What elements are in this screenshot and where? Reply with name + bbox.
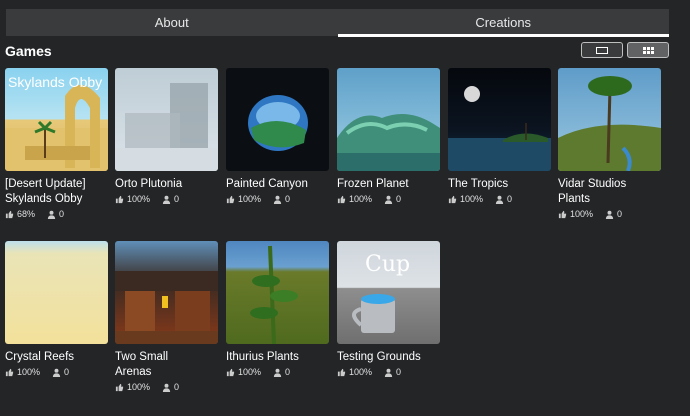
list-view-icon bbox=[596, 46, 608, 54]
game-name: Orto Plutonia bbox=[115, 178, 183, 190]
games-section-title: Games bbox=[5, 43, 52, 59]
game-name: Frozen Planet bbox=[337, 178, 409, 190]
game-stats: 100% 0 bbox=[226, 194, 329, 204]
players-icon bbox=[495, 195, 504, 204]
game-player-count: 0 bbox=[59, 209, 65, 219]
game-stats: 100% 0 bbox=[337, 367, 440, 377]
game-thumbnail-text: Skylands Obby bbox=[8, 74, 103, 90]
game-name: Testing Grounds bbox=[337, 351, 421, 363]
thumbs-up-icon bbox=[115, 195, 124, 203]
players-icon bbox=[52, 368, 61, 377]
game-stats: 68% 0 bbox=[5, 209, 108, 219]
game-card-testing-grounds[interactable]: Cup Testing Grounds 100% 0 bbox=[337, 241, 440, 377]
players-icon bbox=[605, 210, 614, 219]
game-player-count: 0 bbox=[285, 194, 291, 204]
tab-about-label: About bbox=[154, 15, 189, 30]
game-name: The Tropics bbox=[448, 178, 509, 190]
game-card-painted-canyon[interactable]: Painted Canyon 100% 0 bbox=[226, 68, 329, 204]
game-thumbnail[interactable] bbox=[115, 241, 218, 344]
players-icon bbox=[384, 195, 393, 204]
thumbs-up-icon bbox=[5, 210, 14, 218]
game-name: Two Small Arenas bbox=[115, 351, 169, 378]
view-toggle bbox=[581, 42, 669, 58]
tab-about[interactable]: About bbox=[6, 9, 338, 36]
grid-view-button[interactable] bbox=[627, 42, 669, 58]
game-thumbnail[interactable]: Cup bbox=[337, 241, 440, 344]
tab-creations-label: Creations bbox=[475, 15, 532, 30]
game-player-count: 0 bbox=[617, 209, 623, 219]
game-player-count: 0 bbox=[64, 367, 70, 377]
game-player-count: 0 bbox=[396, 194, 402, 204]
game-thumbnail[interactable] bbox=[337, 68, 440, 171]
game-name: Vidar Studios Plants bbox=[558, 178, 627, 205]
game-card-vidar-studios-plants[interactable]: Vidar Studios Plants 100% 0 bbox=[558, 68, 661, 219]
thumbs-up-icon bbox=[337, 368, 346, 376]
game-thumbnail[interactable] bbox=[115, 68, 218, 171]
thumbs-up-icon bbox=[115, 383, 124, 391]
game-card-orto-plutonia[interactable]: Orto Plutonia 100% 0 bbox=[115, 68, 218, 204]
game-like-ratio: 68% bbox=[17, 209, 36, 219]
game-stats: 100% 0 bbox=[115, 382, 218, 392]
thumbs-up-icon bbox=[337, 195, 346, 203]
game-name: [Desert Update] Skylands Obby bbox=[5, 178, 86, 205]
game-name: Painted Canyon bbox=[226, 178, 308, 190]
game-card-crystal-reefs[interactable]: Crystal Reefs 100% 0 bbox=[5, 241, 108, 377]
game-card-the-tropics[interactable]: The Tropics 100% 0 bbox=[448, 68, 551, 204]
game-stats: 100% 0 bbox=[558, 209, 661, 219]
game-player-count: 0 bbox=[396, 367, 402, 377]
players-icon bbox=[162, 383, 171, 392]
players-icon bbox=[162, 195, 171, 204]
game-card-frozen-planet[interactable]: Frozen Planet 100% 0 bbox=[337, 68, 440, 204]
game-player-count: 0 bbox=[174, 382, 180, 392]
game-player-count: 0 bbox=[507, 194, 513, 204]
grid-view-icon bbox=[642, 46, 654, 54]
thumbs-up-icon bbox=[226, 195, 235, 203]
thumbs-up-icon bbox=[226, 368, 235, 376]
game-player-count: 0 bbox=[174, 194, 180, 204]
tab-creations[interactable]: Creations bbox=[337, 9, 670, 37]
list-view-button[interactable] bbox=[581, 42, 623, 58]
thumbs-up-icon bbox=[5, 368, 14, 376]
game-thumbnail[interactable] bbox=[5, 241, 108, 344]
game-thumbnail[interactable]: Skylands Obby bbox=[5, 68, 108, 171]
game-stats: 100% 0 bbox=[226, 367, 329, 377]
game-stats: 100% 0 bbox=[115, 194, 218, 204]
game-like-ratio: 100% bbox=[127, 194, 151, 204]
players-icon bbox=[384, 368, 393, 377]
game-like-ratio: 100% bbox=[349, 367, 373, 377]
game-like-ratio: 100% bbox=[238, 194, 262, 204]
game-name: Ithurius Plants bbox=[226, 351, 299, 363]
players-icon bbox=[273, 195, 282, 204]
players-icon bbox=[47, 210, 56, 219]
thumbs-up-icon bbox=[558, 210, 567, 218]
game-like-ratio: 100% bbox=[17, 367, 41, 377]
game-like-ratio: 100% bbox=[127, 382, 151, 392]
game-card-ithurius-plants[interactable]: Ithurius Plants 100% 0 bbox=[226, 241, 329, 377]
game-like-ratio: 100% bbox=[349, 194, 373, 204]
game-thumbnail[interactable] bbox=[558, 68, 661, 171]
game-stats: 100% 0 bbox=[5, 367, 108, 377]
game-stats: 100% 0 bbox=[337, 194, 440, 204]
game-thumbnail[interactable] bbox=[448, 68, 551, 171]
game-like-ratio: 100% bbox=[238, 367, 262, 377]
players-icon bbox=[273, 368, 282, 377]
game-stats: 100% 0 bbox=[448, 194, 551, 204]
profile-tabs: About Creations bbox=[6, 9, 670, 37]
game-thumbnail[interactable] bbox=[226, 241, 329, 344]
game-like-ratio: 100% bbox=[570, 209, 594, 219]
game-card-skylands-obby[interactable]: Skylands Obby [Desert Update] Skylands Ob… bbox=[5, 68, 108, 219]
game-player-count: 0 bbox=[285, 367, 291, 377]
game-name: Crystal Reefs bbox=[5, 351, 75, 363]
thumbs-up-icon bbox=[448, 195, 457, 203]
game-thumbnail-text: Cup bbox=[365, 252, 411, 277]
game-thumbnail[interactable] bbox=[226, 68, 329, 171]
game-like-ratio: 100% bbox=[460, 194, 484, 204]
game-card-two-small-arenas[interactable]: Two Small Arenas 100% 0 bbox=[115, 241, 218, 392]
